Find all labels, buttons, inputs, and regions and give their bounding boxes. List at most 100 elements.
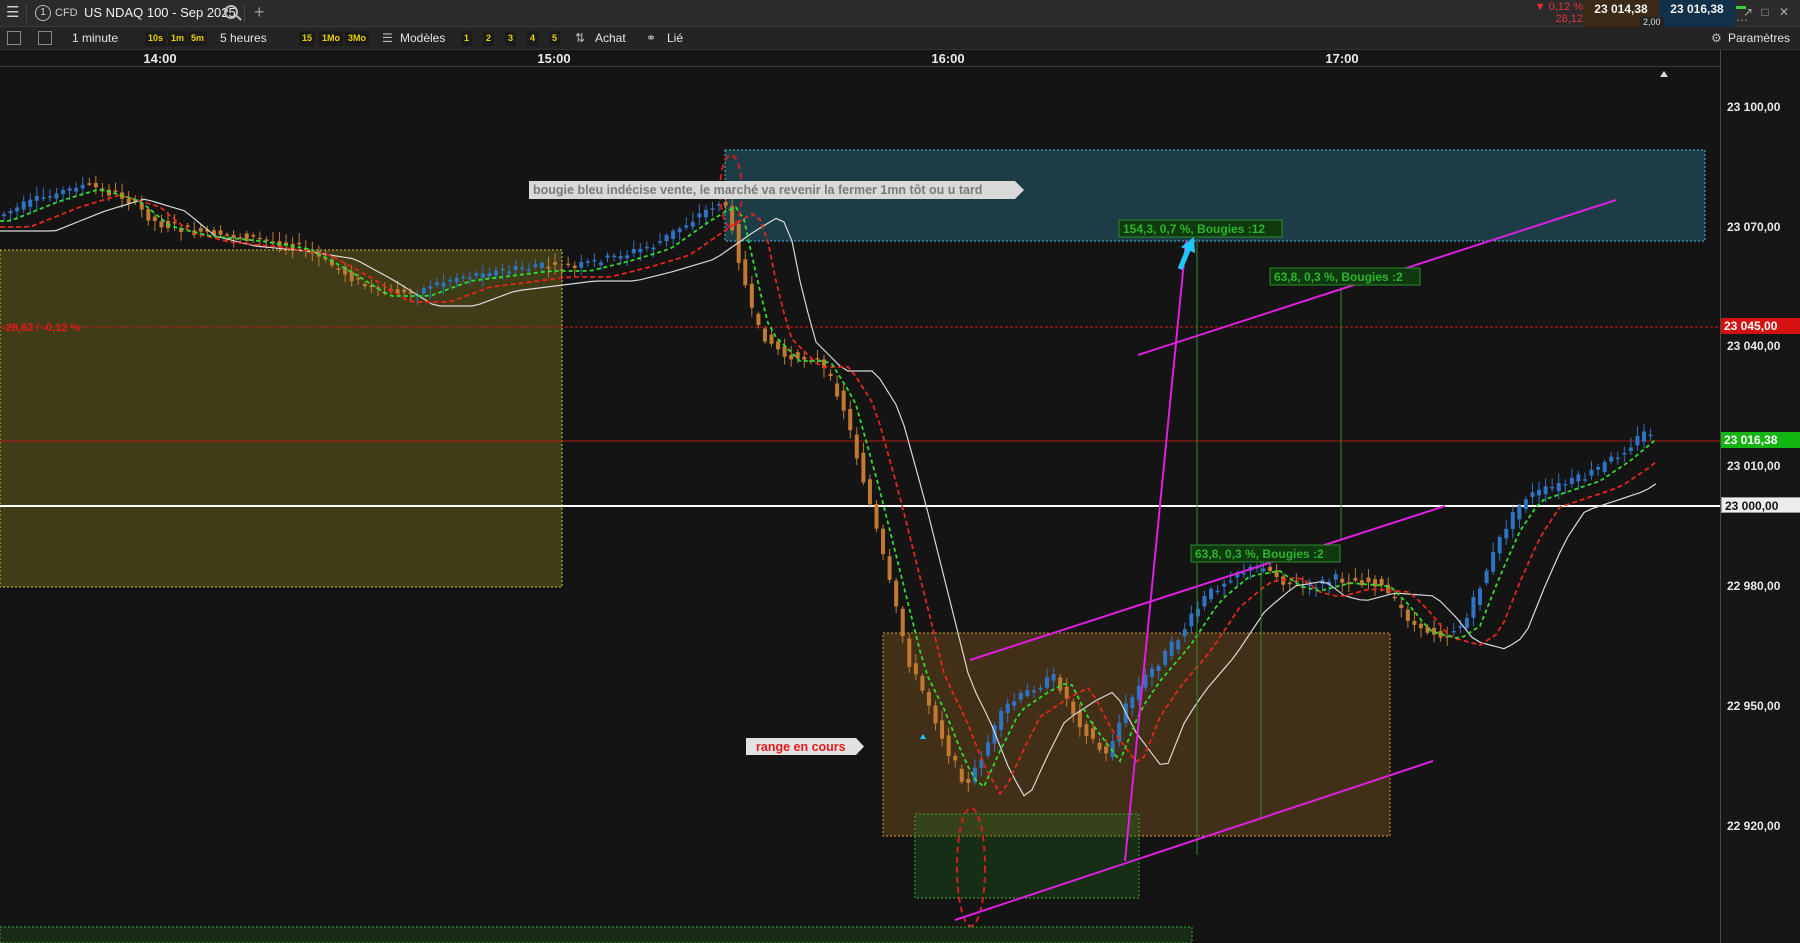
demand-zone-green (914, 813, 1140, 899)
candle-body (1031, 690, 1036, 693)
candle-body (1202, 595, 1207, 607)
candle-body (946, 735, 951, 757)
candle-body (900, 608, 905, 637)
candle-body (959, 768, 964, 782)
add-tab-icon[interactable]: + (254, 2, 265, 23)
candle-body (874, 503, 879, 529)
template-slot-1[interactable]: 1 (461, 31, 473, 46)
candle-body (1569, 477, 1574, 484)
quick-period-1mo[interactable]: 1Mo (319, 31, 343, 46)
candle-body (218, 230, 223, 235)
template-slot-3[interactable]: 3 (505, 31, 517, 46)
list-view-icon[interactable] (7, 31, 21, 45)
candle-body (598, 262, 603, 266)
maximize-icon[interactable]: □ (1758, 5, 1772, 19)
annotation-range: range en cours (746, 738, 864, 755)
template-slot-5[interactable]: 5 (549, 31, 561, 46)
candle-body (1628, 447, 1633, 452)
candle-body (881, 528, 886, 555)
candle-body (795, 352, 800, 359)
candle-body (953, 755, 958, 761)
candle-body (1517, 505, 1522, 520)
annotation-blue-candle: bougie bleu indécise vente, le marché va… (529, 181, 1024, 199)
svg-text:154,3, 0,7 %, Bougies :12: 154,3, 0,7 %, Bougies :12 (1123, 222, 1265, 236)
candle-body (159, 221, 164, 228)
candle-body (362, 284, 367, 287)
candle-body (769, 334, 774, 344)
interval-select[interactable]: 1 minute (72, 30, 118, 47)
candle-body (1504, 528, 1509, 539)
candle-body (723, 202, 728, 206)
tab-number-badge[interactable]: 1 (35, 5, 51, 21)
trade-icon[interactable]: ⇅ (575, 30, 585, 47)
chart-toolbar: 1 minute 10s 1m 5m 5 heures 15 1Mo 3Mo ☰… (0, 27, 1800, 50)
candle-body (139, 203, 144, 210)
hamburger-menu-icon[interactable]: ☰ (6, 5, 20, 21)
change-absolute: 28,12 (1555, 13, 1583, 25)
search-icon[interactable] (224, 5, 238, 19)
divider (244, 4, 245, 23)
quick-interval-10s[interactable]: 10s (145, 31, 167, 46)
candle-body (1576, 474, 1581, 482)
candle-body (1635, 435, 1640, 446)
link-icon[interactable]: ⚭ (646, 30, 656, 47)
candle-body (336, 268, 341, 270)
divider (26, 4, 27, 23)
top-bar: ☰ 1 CFD US NDAQ 100 - Sep 2025 + ▼ 0,12 … (0, 0, 1800, 27)
linked-toggle[interactable]: Lié (667, 30, 683, 47)
candle-body (999, 710, 1004, 730)
buy-price-button[interactable]: 23 016,38 (1659, 0, 1735, 27)
candle-body (47, 196, 52, 198)
candle-body (80, 184, 85, 189)
candle-body (762, 328, 767, 342)
template-slot-4[interactable]: 4 (527, 31, 539, 46)
candle-body (684, 225, 689, 228)
gear-icon[interactable]: ⚙ (1711, 30, 1722, 47)
time-tick: 14:00 (143, 51, 177, 66)
candle-body (1602, 462, 1607, 472)
price-tick: 22 980,00 (1727, 579, 1781, 593)
period-select[interactable]: 5 heures (220, 30, 267, 47)
candle-body (1156, 666, 1161, 671)
candle-body (1261, 568, 1266, 572)
candle-body (356, 278, 361, 280)
template-slot-2[interactable]: 2 (483, 31, 495, 46)
candle-body (264, 239, 269, 242)
candle-body (585, 261, 590, 263)
candle-body (1084, 724, 1089, 736)
buy-button[interactable]: Achat (595, 30, 626, 47)
candle-body (1537, 489, 1542, 496)
templates-icon[interactable]: ☰ (382, 30, 393, 47)
candle-body (703, 209, 708, 218)
candle-body (1150, 668, 1154, 677)
candle-body (500, 268, 505, 271)
quick-period-3mo[interactable]: 3Mo (345, 31, 369, 46)
quick-period-15[interactable]: 15 (299, 31, 316, 46)
price-axis[interactable]: 23 100,00 23 070,00 23 045,00 23 040,00 … (1720, 50, 1800, 943)
instrument-name[interactable]: US NDAQ 100 - Sep 2025 (84, 5, 236, 20)
candle-body (605, 255, 610, 258)
detach-icon[interactable]: ↗ (1741, 5, 1755, 19)
price-tick: 22 950,00 (1727, 699, 1781, 713)
quick-interval-1m[interactable]: 1m (168, 31, 188, 46)
quick-interval-5m[interactable]: 5m (188, 31, 208, 46)
close-icon[interactable]: ✕ (1777, 5, 1791, 19)
candle-body (1464, 618, 1469, 629)
candle-body (776, 341, 781, 350)
templates-button[interactable]: Modèles (400, 30, 445, 47)
candle-body (198, 228, 203, 232)
candle-body (1163, 650, 1168, 666)
layout-grid-icon[interactable] (38, 31, 52, 45)
candle-body (474, 273, 479, 276)
settings-button[interactable]: Paramètres (1728, 30, 1790, 47)
candle-body (782, 346, 787, 357)
candle-body (1622, 452, 1627, 455)
candle-body (2, 214, 6, 217)
candle-body (743, 259, 748, 286)
candle-body (526, 269, 531, 271)
price-chart[interactable]: bougie bleu indécise vente, le marché va… (0, 67, 1720, 943)
prev-close-change-label: -28,62 / -0,12 % (2, 322, 80, 334)
measure-label-big: 154,3, 0,7 %, Bougies :12 (1118, 219, 1283, 238)
candle-body (789, 355, 794, 360)
candle-body (697, 213, 702, 218)
